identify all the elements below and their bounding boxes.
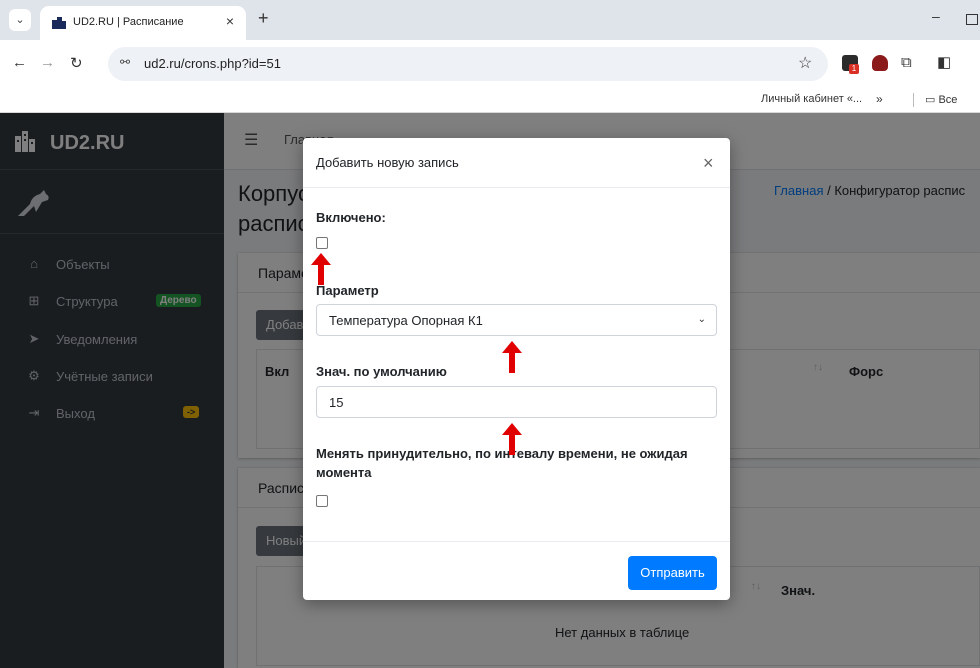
modal-title: Добавить новую запись xyxy=(316,155,459,170)
new-tab-button[interactable]: + xyxy=(258,8,269,29)
tab-title: UD2.RU | Расписание xyxy=(73,16,184,28)
browser-tab[interactable]: UD2.RU | Расписание × xyxy=(40,6,246,40)
ublock-icon[interactable] xyxy=(872,55,888,71)
enabled-checkbox[interactable] xyxy=(316,237,328,249)
annotation-arrow-icon xyxy=(502,423,522,455)
enabled-label: Включено: xyxy=(316,210,386,225)
site-favicon-icon xyxy=(52,17,66,29)
extensions-puzzle-icon[interactable]: ⧉ xyxy=(901,54,912,71)
all-bookmarks-folder[interactable]: ▭ Все xyxy=(925,93,957,106)
force-checkbox[interactable] xyxy=(316,495,328,507)
bookmarks-bar: Личный кабинет «... » ▭ Все xyxy=(0,88,980,113)
browser-address-bar: ← → ↻ ⚯ ud2.ru/crons.php?id=51 ☆ 1 ⧉ ◧ xyxy=(0,40,980,88)
reload-icon[interactable]: ↻ xyxy=(70,54,83,72)
url-text: ud2.ru/crons.php?id=51 xyxy=(144,56,281,71)
site-info-icon[interactable]: ⚯ xyxy=(120,55,130,69)
all-bookmarks-label: Все xyxy=(938,94,958,106)
bookmarks-overflow-icon[interactable]: » xyxy=(876,92,883,106)
side-panel-icon[interactable]: ◧ xyxy=(937,53,951,71)
folder-icon: ▭ xyxy=(925,94,939,106)
parameter-selected-value: Температура Опорная К1 xyxy=(329,313,483,328)
annotation-arrow-icon xyxy=(311,253,331,285)
force-label-line: момента xyxy=(316,465,372,480)
modal-header: Добавить новую запись × xyxy=(303,138,730,188)
tab-close-icon[interactable]: × xyxy=(226,13,234,29)
forward-icon[interactable]: → xyxy=(40,54,55,71)
submit-button[interactable]: Отправить xyxy=(628,556,717,590)
window-maximize-button[interactable] xyxy=(966,14,978,25)
modal-footer: Отправить xyxy=(303,541,730,600)
bookmark-item[interactable]: Личный кабинет «... xyxy=(761,93,862,105)
default-value-input[interactable]: 15 xyxy=(316,386,717,418)
default-value-text: 15 xyxy=(329,395,344,410)
bookmark-star-icon[interactable]: ☆ xyxy=(798,53,812,73)
extension-badge: 1 xyxy=(849,64,859,74)
annotation-arrow-icon xyxy=(502,341,522,373)
bookmarks-divider xyxy=(913,93,914,107)
chevron-down-icon: ⌄ xyxy=(697,314,706,325)
parameter-select[interactable]: Температура Опорная К1 ⌄ xyxy=(316,304,717,336)
modal-close-icon[interactable]: × xyxy=(703,153,714,174)
back-icon[interactable]: ← xyxy=(12,54,27,71)
window-minimize-button[interactable]: – xyxy=(932,8,940,24)
browser-tab-bar: ⌄ UD2.RU | Расписание × + – xyxy=(0,0,980,40)
default-value-label: Знач. по умолчанию xyxy=(316,364,447,379)
tab-search-chevron-icon[interactable]: ⌄ xyxy=(9,9,31,31)
url-field[interactable]: ⚯ ud2.ru/crons.php?id=51 xyxy=(108,47,828,81)
